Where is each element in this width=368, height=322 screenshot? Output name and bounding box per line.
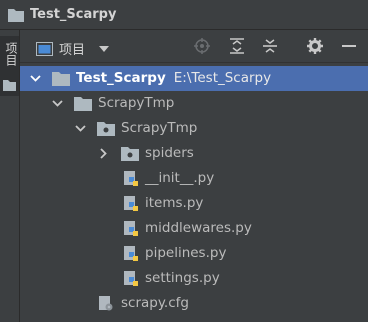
tree-item-package[interactable]: spiders [20, 141, 368, 166]
tree-root-label: Test_Scarpy E:\Test_Scarpy [76, 70, 271, 86]
project-tool-tab-label: 项目 [4, 42, 18, 66]
tree-root-name: Test_Scarpy [76, 70, 166, 86]
folder-icon [52, 72, 70, 86]
python-file-icon [124, 196, 138, 211]
tree-root-path: E:\Test_Scarpy [173, 70, 272, 86]
expand-all-icon[interactable] [229, 38, 245, 54]
package-folder-icon [121, 147, 139, 161]
tree-item-label: scrapy.cfg [121, 295, 189, 311]
tree-item-file[interactable]: pipelines.py [20, 241, 368, 266]
folder-icon [74, 97, 92, 111]
window-titlebar: Test_Scarpy [0, 0, 368, 30]
python-file-icon [124, 246, 138, 261]
tree-item-label: items.py [145, 195, 204, 211]
chevron-down-icon [30, 75, 41, 82]
tree-item-file[interactable]: __init__.py [20, 166, 368, 191]
locate-icon[interactable] [194, 38, 210, 54]
config-file-icon [99, 296, 113, 311]
chevron-down-icon [99, 45, 110, 52]
minimize-icon[interactable] [341, 38, 357, 54]
gear-icon[interactable] [307, 38, 323, 54]
chevron-down-icon [75, 125, 86, 132]
tree-item-folder[interactable]: ScrapyTmp [20, 91, 368, 116]
tree-item-label: ScrapyTmp [98, 95, 175, 111]
tree-item-label: spiders [145, 145, 194, 161]
folder-icon [3, 80, 16, 91]
tree-item-file[interactable]: items.py [20, 191, 368, 216]
collapse-all-icon[interactable] [262, 38, 278, 54]
tree-item-file[interactable]: settings.py [20, 266, 368, 291]
tree-root-item[interactable]: Test_Scarpy E:\Test_Scarpy [20, 66, 368, 91]
tree-item-label: settings.py [145, 270, 220, 286]
project-tree: Test_Scarpy E:\Test_Scarpy ScrapyTmp Scra… [20, 63, 368, 322]
project-toolbar: 项目 [20, 30, 368, 63]
python-file-icon [124, 221, 138, 236]
tree-item-file[interactable]: middlewares.py [20, 216, 368, 241]
tree-item-label: __init__.py [145, 170, 215, 186]
package-folder-icon [97, 122, 115, 136]
chevron-right-icon [100, 148, 107, 159]
tree-item-package[interactable]: ScrapyTmp [20, 116, 368, 141]
tree-item-file[interactable]: scrapy.cfg [20, 291, 368, 316]
project-view-icon [36, 41, 53, 56]
chevron-down-icon [52, 100, 63, 107]
python-file-icon [124, 171, 138, 186]
tree-item-label: pipelines.py [145, 245, 227, 261]
side-tool-strip: 项目 [0, 30, 20, 322]
window-title: Test_Scarpy [30, 7, 117, 22]
folder-icon [8, 8, 24, 22]
view-selector-label: 项目 [59, 43, 86, 58]
tree-item-label: ScrapyTmp [121, 120, 198, 136]
tree-item-label: middlewares.py [145, 220, 252, 236]
view-selector[interactable]: 项目 [36, 39, 110, 58]
project-tool-tab[interactable]: 项目 [0, 36, 19, 96]
python-file-icon [124, 271, 138, 286]
